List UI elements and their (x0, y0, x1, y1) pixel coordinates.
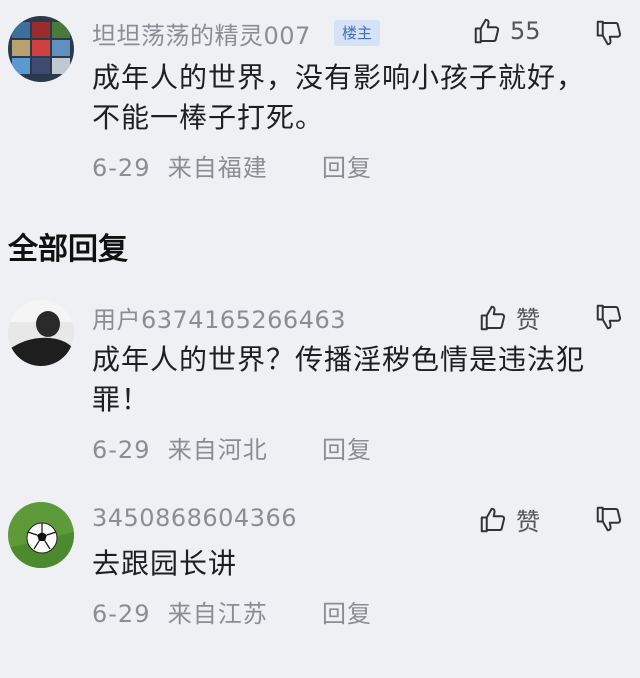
reply-button[interactable]: 回复 (322, 594, 372, 629)
dislike-button[interactable] (594, 302, 624, 332)
like-button[interactable]: 55 (472, 16, 541, 46)
thumbs-up-icon (480, 305, 506, 330)
thumbs-up-icon (474, 18, 500, 44)
like-count: 55 (510, 17, 541, 45)
avatar-image (8, 300, 74, 366)
comment-text: 成年人的世界，没有影响小孩子就好，不能一棒子打死。 (92, 61, 586, 134)
comment-text: 去跟园长讲 (92, 547, 238, 580)
comment-meta: 6-29 来自江苏 (92, 594, 268, 629)
avatar[interactable] (8, 16, 74, 82)
like-label: 赞 (516, 306, 540, 334)
avatar[interactable] (8, 300, 74, 366)
comment-date: 6-29 (92, 436, 151, 464)
avatar[interactable] (8, 502, 74, 568)
comment-date: 6-29 (92, 154, 151, 182)
reply-button[interactable]: 回复 (322, 148, 372, 183)
comment-location: 来自福建 (167, 154, 268, 182)
dislike-button[interactable] (594, 18, 624, 48)
thumbs-down-icon (596, 20, 622, 46)
username[interactable]: 3450868604366 (92, 504, 297, 532)
comment-location: 来自江苏 (167, 600, 268, 628)
comment-date: 6-29 (92, 600, 151, 628)
thumbs-down-icon (596, 304, 622, 330)
comment-location: 来自河北 (167, 436, 268, 464)
thumbs-down-icon (596, 506, 622, 532)
op-badge: 楼主 (334, 20, 381, 46)
thumbs-up-icon (480, 507, 506, 532)
username[interactable]: 坦坦荡荡的精灵007 (92, 16, 311, 51)
avatar-image (8, 16, 74, 82)
like-button[interactable]: 赞 (478, 502, 540, 537)
comment-text: 成年人的世界？传播淫秽色情是违法犯罪！ (92, 343, 586, 416)
reply-button[interactable]: 回复 (322, 430, 372, 465)
dislike-button[interactable] (594, 504, 624, 534)
op-comment: 坦坦荡荡的精灵007 楼主 55 成年人的世界，没有影响小孩子就好，不能一棒子打… (0, 0, 640, 200)
avatar-image (8, 502, 74, 568)
comment-meta: 6-29 来自福建 (92, 148, 268, 183)
like-button[interactable]: 赞 (478, 300, 540, 335)
comment-meta: 6-29 来自河北 (92, 430, 268, 465)
username[interactable]: 用户6374165266463 (92, 300, 346, 335)
like-label: 赞 (516, 508, 540, 536)
section-title: 全部回复 (8, 232, 128, 267)
